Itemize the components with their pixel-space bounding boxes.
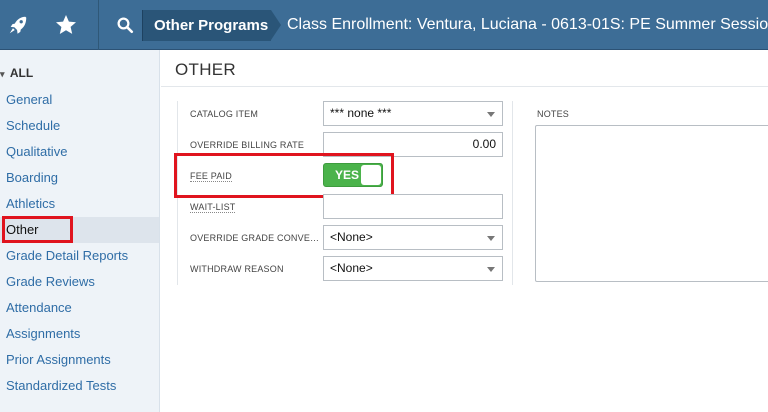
search-icon[interactable] (108, 0, 142, 50)
caret-icon: ▾ (0, 69, 5, 79)
divider (161, 86, 768, 87)
sidebar-item-qualitative[interactable]: Qualitative (0, 139, 159, 165)
sidebar-item-prior-assignments[interactable]: Prior Assignments (0, 347, 159, 373)
sidebar-item-standardized-tests[interactable]: Standardized Tests (0, 373, 159, 399)
sidebar-item-schedule[interactable]: Schedule (0, 113, 159, 139)
breadcrumb-arrow (271, 10, 281, 40)
sidebar-item-athletics[interactable]: Athletics (0, 191, 159, 217)
breadcrumb[interactable]: Other Programs (142, 10, 281, 41)
sidebar-heading[interactable]: ▾ ALL (0, 66, 33, 80)
sidebar-item-boarding[interactable]: Boarding (0, 165, 159, 191)
sidebar-item-assignments[interactable]: Assignments (0, 321, 159, 347)
wait-list-label: WAIT-LIST (190, 202, 236, 213)
highlight-box (174, 153, 394, 198)
withdraw-reason-select[interactable]: <None> (323, 256, 503, 281)
notes-label: NOTES (537, 109, 570, 119)
catalog-item-label: CATALOG ITEM (190, 109, 259, 119)
wait-list-input[interactable] (323, 194, 503, 219)
star-icon[interactable] (48, 0, 84, 50)
chevron-down-icon (487, 267, 495, 272)
section-title: OTHER (175, 60, 236, 79)
top-navigation-bar: Other Programs Class Enrollment: Ventura… (0, 0, 768, 50)
rocket-icon[interactable] (0, 0, 36, 50)
divider (98, 0, 99, 50)
catalog-item-value: *** none *** (330, 106, 392, 120)
notes-textarea[interactable] (535, 125, 768, 282)
override-grade-value: <None> (330, 230, 373, 244)
sidebar-item-grade-reviews[interactable]: Grade Reviews (0, 269, 159, 295)
sidebar-item-grade-detail-reports[interactable]: Grade Detail Reports (0, 243, 159, 269)
page-title: Class Enrollment: Ventura, Luciana - 061… (287, 16, 768, 33)
sidebar-item-attendance[interactable]: Attendance (0, 295, 159, 321)
override-grade-select[interactable]: <None> (323, 225, 503, 250)
override-billing-rate-label: OVERRIDE BILLING RATE (190, 140, 305, 150)
withdraw-reason-value: <None> (330, 261, 373, 275)
breadcrumb-label[interactable]: Other Programs (154, 10, 268, 41)
chevron-down-icon (487, 236, 495, 241)
sidebar-item-general[interactable]: General (0, 87, 159, 113)
sidebar-heading-label: ALL (9, 66, 34, 80)
chevron-down-icon (487, 112, 495, 117)
override-grade-label: OVERRIDE GRADE CONVE… (190, 233, 320, 243)
catalog-item-select[interactable]: *** none *** (323, 101, 503, 126)
withdraw-reason-label: WITHDRAW REASON (190, 264, 284, 274)
highlight-box (2, 216, 73, 243)
